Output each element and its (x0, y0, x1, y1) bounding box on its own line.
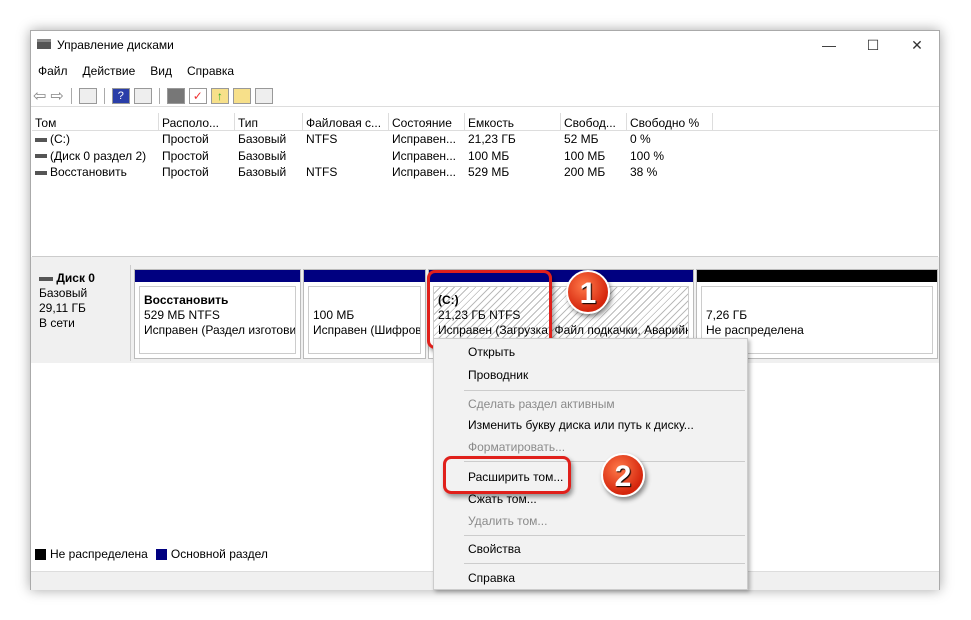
menu-item-shrink-volume[interactable]: Сжать том... (468, 492, 537, 506)
highlight-extend-volume (443, 456, 571, 494)
cell: NTFS (306, 165, 338, 179)
menu-item-delete-volume: Удалить том... (468, 514, 548, 528)
cell: 200 МБ (564, 165, 606, 179)
callout-1: 1 (566, 270, 610, 314)
partition-size: 529 МБ NTFS (144, 308, 220, 322)
volume-icon (35, 170, 47, 175)
menu-item-help[interactable]: Справка (468, 571, 515, 585)
disk-type: Базовый (39, 286, 88, 300)
cell: 100 МБ (468, 148, 510, 163)
legend: Не распределена Основной раздел (35, 547, 268, 561)
cell: Простой (162, 165, 209, 179)
col-filesystem[interactable]: Файловая с... (303, 113, 389, 130)
legend-swatch-unallocated (35, 548, 46, 560)
col-volume[interactable]: Том (32, 113, 159, 130)
divider (103, 87, 105, 104)
folder-up-icon[interactable]: ↑ (210, 87, 229, 104)
menu-bar: Файл Действие Вид Справка (38, 64, 234, 78)
cell: Исправен... (392, 165, 457, 179)
cell: Простой (162, 132, 209, 146)
properties-icon[interactable] (254, 87, 273, 104)
back-icon[interactable]: ⇦ (33, 86, 46, 106)
check-icon[interactable]: ✓ (188, 87, 207, 104)
disk-icon (37, 39, 51, 49)
cell: Простой (162, 148, 209, 163)
cell: (Диск 0 раздел 2) (32, 148, 159, 165)
menu-help[interactable]: Справка (187, 64, 234, 78)
legend-swatch-primary (155, 548, 167, 560)
volume-list: Том Располо... Тип Файловая с... Состоян… (32, 113, 938, 257)
menu-item-mark-active: Сделать раздел активным (468, 397, 615, 411)
disk-status: В сети (39, 316, 75, 330)
partition-recovery[interactable]: Восстановить 529 МБ NTFS Исправен (Разде… (134, 269, 301, 359)
legend-unallocated: Не распределена (50, 547, 148, 561)
maximize-button[interactable]: ☐ (851, 33, 895, 57)
connect-disk-icon[interactable] (166, 87, 185, 104)
folder-search-icon[interactable] (232, 87, 251, 104)
table-row[interactable]: (C:) Простой Базовый NTFS Исправен... 21,23 Г… (32, 131, 938, 148)
cell: 21,23 ГБ (468, 132, 516, 146)
legend-primary: Основной раздел (170, 547, 268, 561)
volume-icon (35, 154, 47, 159)
partition-efi[interactable]: 100 МБ Исправен (Шифров (303, 269, 426, 359)
cell: Восстановить (32, 164, 159, 181)
cell: 0 % (630, 132, 651, 146)
table-row[interactable]: (Диск 0 раздел 2) Простой Базовый Исправен.… (32, 148, 938, 165)
cell (303, 148, 389, 165)
menu-item-format: Форматировать... (468, 440, 566, 454)
menu-view[interactable]: Вид (150, 64, 172, 78)
action-pane-icon[interactable] (133, 87, 152, 104)
disk-info[interactable]: Диск 0 Базовый 29,11 ГБ В сети (33, 265, 131, 361)
volume-name: (Диск 0 раздел 2) (50, 148, 147, 163)
partition-status: Не распределена (706, 323, 804, 337)
menu-item-open[interactable]: Открыть (468, 345, 515, 359)
cell: 100 % (630, 148, 665, 163)
cell: Исправен... (392, 148, 457, 163)
cell: 52 МБ (564, 132, 599, 146)
cell: Исправен... (392, 132, 457, 146)
partition-size: 7,26 ГБ (706, 308, 748, 322)
cell: 38 % (630, 165, 658, 179)
disk-name: Диск 0 (56, 271, 95, 285)
console-tree-icon[interactable] (78, 87, 97, 104)
minimize-button[interactable]: — (807, 33, 851, 57)
cell: Базовый (238, 132, 287, 146)
menu-item-properties[interactable]: Свойства (468, 542, 521, 556)
menu-file[interactable]: Файл (38, 64, 68, 78)
col-type[interactable]: Тип (235, 113, 303, 130)
divider (158, 87, 160, 104)
menu-item-explorer[interactable]: Проводник (468, 368, 528, 382)
col-free[interactable]: Свобод... (561, 113, 627, 130)
partition-size: 100 МБ (313, 308, 355, 322)
toolbar: ⇦ ⇨ ? ✓ ↑ (31, 85, 939, 107)
volume-name: (C:) (50, 132, 70, 146)
col-free-percent[interactable]: Свободно % (627, 113, 713, 130)
window-title: Управление дисками (57, 38, 174, 52)
col-layout[interactable]: Располо... (159, 113, 235, 130)
volume-name: Восстановить (50, 165, 127, 179)
col-capacity[interactable]: Емкость (465, 113, 561, 130)
menu-action[interactable]: Действие (83, 64, 136, 78)
partition-status: Исправен (Шифров (313, 323, 421, 337)
cell: Базовый (238, 148, 287, 163)
table-header: Том Располо... Тип Файловая с... Состоян… (32, 113, 938, 131)
cell: Базовый (238, 165, 287, 179)
close-button[interactable]: ✕ (895, 33, 939, 57)
disk-size: 29,11 ГБ (39, 301, 86, 315)
disk-icon (39, 276, 53, 281)
help-icon[interactable]: ? (111, 87, 130, 104)
callout-2: 2 (601, 453, 645, 497)
cell: 100 МБ (564, 148, 606, 163)
menu-item-change-letter[interactable]: Изменить букву диска или путь к диску... (468, 418, 694, 432)
cell: (C:) (32, 131, 159, 148)
volume-icon (35, 137, 47, 142)
cell: 529 МБ (468, 165, 510, 179)
divider (70, 87, 72, 104)
col-status[interactable]: Состояние (389, 113, 465, 130)
cell: NTFS (306, 132, 338, 146)
table-row[interactable]: Восстановить Простой Базовый NTFS Исправен..… (32, 164, 938, 181)
forward-icon[interactable]: ⇨ (50, 86, 63, 106)
partition-name: Восстановить (144, 293, 229, 307)
partition-status: Исправен (Раздел изготовит (144, 323, 296, 337)
